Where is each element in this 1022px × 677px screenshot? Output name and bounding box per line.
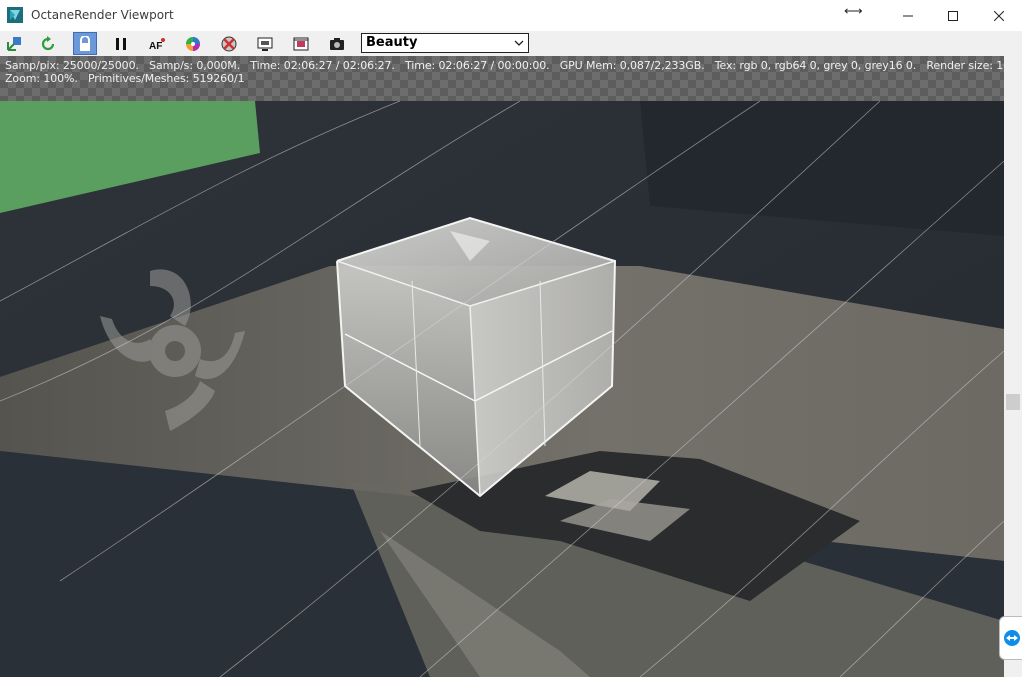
render-pass-select[interactable]: Beauty — [361, 33, 529, 53]
vertical-scrollbar[interactable] — [1004, 56, 1022, 677]
film-region-button[interactable] — [289, 32, 313, 55]
window-title: OctaneRender Viewport — [31, 8, 174, 22]
chevron-down-icon — [512, 35, 526, 51]
scroll-thumb[interactable] — [1006, 394, 1020, 410]
maximize-icon — [948, 10, 958, 21]
octane-viewport-window: OctaneRender Viewport ⟷ AF Beauty Samp/p… — [0, 0, 1022, 677]
octane-app-icon — [7, 7, 23, 23]
restart-render-icon — [41, 35, 55, 50]
clear-render-button[interactable] — [217, 32, 241, 55]
camera-icon — [330, 37, 344, 50]
title-bar[interactable]: OctaneRender Viewport ⟷ — [0, 0, 1022, 31]
restart-render-button[interactable] — [36, 32, 60, 55]
film-region-icon — [293, 37, 309, 50]
render-image[interactable] — [0, 101, 1004, 677]
clear-render-icon — [221, 36, 237, 51]
auto-focus-icon: AF — [149, 37, 165, 52]
set-render-region-button[interactable] — [253, 32, 277, 55]
lock-icon — [80, 35, 90, 51]
render-statistics: Samp/pix: 25000/25000. Samp/s: 0,000M. T… — [0, 56, 1004, 101]
maximize-button[interactable] — [930, 0, 976, 31]
minimize-button[interactable] — [885, 0, 931, 31]
lock-viewport-button[interactable] — [73, 32, 97, 55]
status-line-1: Samp/pix: 25000/25000. Samp/s: 0,000M. T… — [5, 59, 1004, 72]
resize-arrows-icon[interactable]: ⟷ — [844, 3, 863, 19]
minimize-icon — [903, 15, 913, 16]
capture-camera-button[interactable] — [325, 32, 349, 55]
monitor-icon — [257, 37, 273, 51]
render-pass-value: Beauty — [366, 35, 418, 50]
render-viewport[interactable]: Samp/pix: 25000/25000. Samp/s: 0,000M. T… — [0, 56, 1004, 677]
teamviewer-widget[interactable] — [999, 616, 1022, 660]
teamviewer-icon — [1003, 630, 1020, 646]
auto-focus-button[interactable]: AF — [145, 32, 169, 55]
svg-text:AF: AF — [149, 41, 162, 52]
status-line-2: Zoom: 100%. Primitives/Meshes: 519260/1 — [5, 72, 245, 85]
pause-icon — [116, 37, 126, 50]
pause-render-button[interactable] — [109, 32, 133, 55]
close-icon — [994, 10, 1004, 21]
recenter-view-icon — [7, 36, 21, 51]
color-picker-icon — [186, 36, 200, 51]
color-picker-button[interactable] — [181, 32, 205, 55]
recenter-view-button[interactable] — [2, 32, 26, 55]
close-button[interactable] — [976, 0, 1022, 31]
